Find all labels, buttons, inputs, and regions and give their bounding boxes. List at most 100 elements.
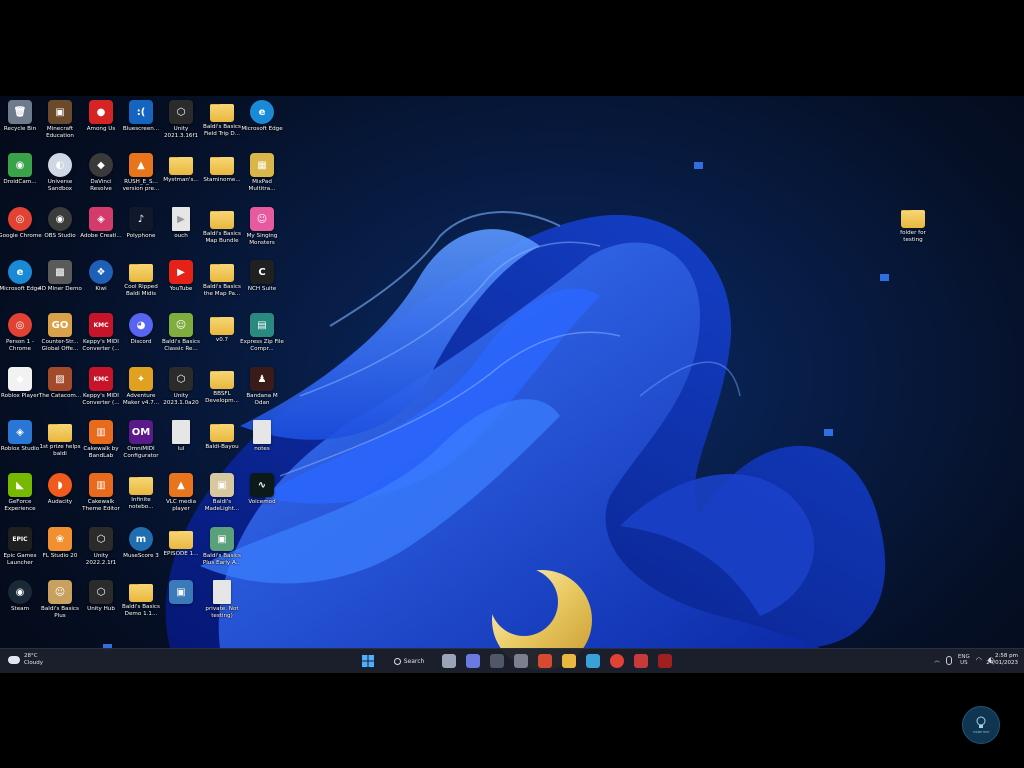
desktop-icon[interactable]: Baldi's Basics Map Bundle (202, 207, 242, 259)
desktop-icon-label: Bandana M Odan (246, 393, 278, 406)
app-icon: ▣ (169, 580, 193, 604)
taskbar-app-app-4[interactable] (512, 653, 530, 669)
desktop-icon[interactable]: Infinite notebo... (121, 473, 161, 525)
desktop-icon[interactable]: m MuseScore 3 (121, 527, 161, 579)
desktop-icon[interactable]: Cool Ripped Baldi Midis (121, 260, 161, 312)
desktop-icon[interactable]: ▲ RUSH_E_S... version pre... (121, 153, 161, 205)
desktop-icon[interactable]: ◉ DroidCam... (0, 153, 40, 205)
desktop-icon[interactable]: ❀ FL Studio 20 (40, 527, 80, 579)
desktop-icon[interactable]: e Microsoft Edge (241, 100, 283, 152)
desktop-icon[interactable]: ▩ 4D Miner Demo (38, 260, 82, 312)
desktop-icon[interactable]: C NCH Suite (242, 260, 282, 312)
desktop-icon[interactable]: ⬡ Unity 2022.2.1f1 (81, 527, 121, 579)
taskbar-app-app-10[interactable] (656, 653, 674, 669)
weather-widget[interactable]: 28°C Cloudy (8, 652, 43, 668)
search-button[interactable]: Search (388, 653, 430, 669)
desktop-icon[interactable]: Baldi's Basics Field Trip D... (202, 100, 242, 152)
desktop-icon[interactable]: ◈ Roblox Studio (0, 420, 40, 472)
desktop-icon[interactable]: ▣ Baldi's Basics Plus Early A... (202, 527, 242, 579)
taskbar-app-app-5[interactable] (536, 653, 554, 669)
desktop-icon[interactable]: ▣ Minecraft Education (40, 100, 80, 152)
wifi-icon[interactable]: ◠ (976, 656, 982, 664)
app-icon: GO (48, 313, 72, 337)
desktop-icon[interactable]: ▥ Cakewalk Theme Editor (81, 473, 121, 525)
desktop-icon[interactable]: ✦ Adventure Maker v4.7... (121, 367, 161, 419)
desktop-icon[interactable]: ◉ Steam (0, 580, 40, 632)
desktop-icon[interactable]: BBSFL Developm... (202, 367, 242, 419)
desktop-icon[interactable]: Staminome... (202, 153, 242, 205)
taskbar-app-chrome[interactable] (608, 653, 626, 669)
desktop-icon[interactable]: OM OmniMIDI Configurator (121, 420, 161, 472)
desktop-icon[interactable]: ⬡ Unity 2023.1.0a20 (161, 367, 201, 419)
app-icon: ◆ (8, 367, 32, 391)
desktop-icon[interactable]: ● Among Us (81, 100, 121, 152)
app-icon: :( (129, 100, 153, 124)
desktop-icon-folder-for-testing[interactable]: folder for testing (893, 206, 933, 258)
desktop-icon[interactable]: :(Bluescreen... (121, 100, 161, 152)
watermark-text: TURNIP TECH (972, 731, 990, 734)
taskbar-app-app-3[interactable] (488, 653, 506, 669)
taskbar-app-file-explorer[interactable] (560, 653, 578, 669)
app-icon: ▨ (48, 367, 72, 391)
desktop-icon[interactable]: 1st prize helps baldi (39, 420, 81, 472)
desktop-icon[interactable]: ☺ Baldi's Basics Plus (40, 580, 80, 632)
desktop-icon[interactable]: ♟ Bandana M Odan (242, 367, 282, 419)
desktop-icon[interactable]: ▲ VLC media player (161, 473, 201, 525)
desktop-icon[interactable]: ◐ Universe Sandbox (40, 153, 80, 205)
desktop-icon[interactable]: v0.7 (202, 313, 242, 365)
taskbar-app-app-9[interactable] (632, 653, 650, 669)
desktop-icon[interactable]: GO Counter-Str... Global Offe... (40, 313, 80, 365)
search-label: Search (403, 657, 425, 665)
desktop-icon[interactable]: EPIC Epic Games Launcher (0, 527, 40, 579)
desktop-icon[interactable]: ▦ MixPad Multitra... (242, 153, 282, 205)
desktop-icon[interactable]: KMC Keppy's MIDI Converter (... (81, 313, 121, 365)
app-icon: ▥ (89, 473, 113, 497)
language-indicator[interactable]: ENG US (958, 654, 970, 667)
desktop-icon[interactable]: ▶ YouTube (161, 260, 201, 312)
desktop-icon[interactable]: ▣ (161, 580, 201, 632)
desktop-icon[interactable]: ◈ Adobe Creati... (80, 207, 122, 259)
desktop-icon[interactable]: Baldi-Bayou (202, 420, 242, 472)
desktop-icon[interactable]: EPISODE 1... (161, 527, 201, 579)
desktop-icon[interactable]: ▤ Express Zip File Compr... (240, 313, 284, 365)
taskbar-app-chat[interactable] (464, 653, 482, 669)
desktop-icon[interactable]: ◎ Person 1 - Chrome (0, 313, 40, 365)
chevron-up-icon[interactable]: ︿ (934, 656, 940, 664)
desktop-icon[interactable]: ▶ ouch (161, 207, 201, 259)
desktop-icon[interactable]: e Microsoft Edge (0, 260, 41, 312)
microphone-icon[interactable] (945, 655, 952, 665)
desktop-icon[interactable]: ◎ Google Chrome (0, 207, 42, 259)
desktop-icon[interactable]: ☺ Baldi's Basics Classic Re... (161, 313, 201, 365)
clock[interactable]: 2:58 pm 24/01/2023 (986, 653, 1018, 667)
desktop-icon[interactable]: ◆ Roblox Player (0, 367, 40, 419)
desktop-icon[interactable]: ❖ Kiwi (81, 260, 121, 312)
desktop-icon[interactable]: ∿ Voicemod (242, 473, 282, 525)
desktop-icon[interactable]: Mystman's... (161, 153, 201, 205)
desktop-icon[interactable]: ☺ My Singing Monsters (242, 207, 282, 259)
desktop-icon[interactable]: KMC Keppy's MIDI Converter (... (81, 367, 121, 419)
desktop-icon[interactable]: notes (242, 420, 282, 472)
desktop-icon[interactable]: ▣ Baldi's MadeLight... (202, 473, 242, 525)
desktop-icon[interactable]: ▨ The Catacom... (39, 367, 81, 419)
start-button[interactable] (360, 653, 376, 669)
desktop-icon[interactable]: ♪ Polyphone (121, 207, 161, 259)
desktop-icon[interactable]: ⬡ Unity Hub (81, 580, 121, 632)
desktop-icon[interactable]: ◗ Audacity (40, 473, 80, 525)
desktop-icon[interactable]: ◆ DaVinci Resolve (81, 153, 121, 205)
desktop-icon[interactable]: Baldi's Basics Demo 1.1... (121, 580, 161, 632)
desktop-icon[interactable]: ◕ Discord (121, 313, 161, 365)
desktop-icon-label: Cool Ripped Baldi Midis (124, 284, 158, 297)
taskbar-app-task-view[interactable] (440, 653, 458, 669)
desktop-icon[interactable]: private. Not testing) (202, 580, 242, 632)
desktop-icon[interactable]: ◣ GeForce Experience (0, 473, 40, 525)
desktop-icon[interactable]: Baldi's Basics the Map Pa... (202, 260, 242, 312)
desktop-icon[interactable]: ⬡ Unity 2021.3.16f1 (161, 100, 201, 152)
desktop-icon-label: Audacity (47, 499, 73, 505)
desktop-icon-label: FL Studio 20 (42, 553, 78, 559)
taskbar-app-app-7[interactable] (584, 653, 602, 669)
task-view-icon (442, 654, 456, 668)
desktop-icon[interactable]: ▥ Cakewalk by BandLab (81, 420, 121, 472)
desktop-icon[interactable]: lul (161, 420, 201, 472)
desktop-icon[interactable]: 🗑 Recycle Bin (0, 100, 40, 152)
desktop-icon[interactable]: ◉ OBS Studio (40, 207, 80, 259)
